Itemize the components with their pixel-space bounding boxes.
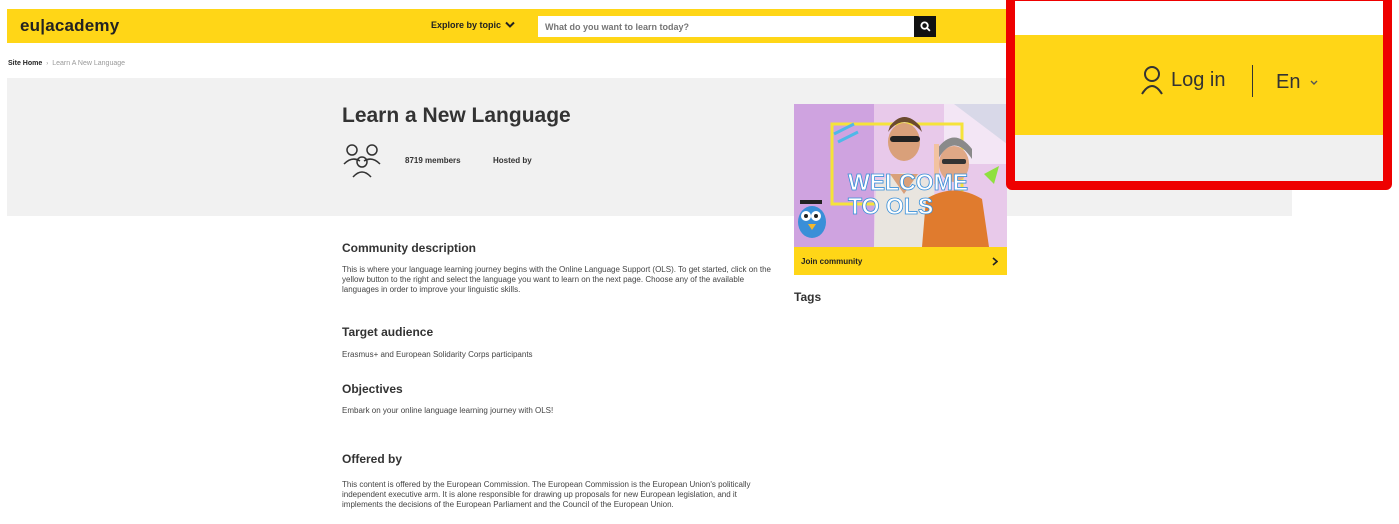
breadcrumb-home-link[interactable]: Site Home — [8, 60, 42, 67]
login-button[interactable]: Log in — [1141, 65, 1226, 95]
login-highlight-panel: Log in En — [1006, 0, 1392, 190]
chevron-down-icon — [505, 21, 515, 28]
community-description-text: This is where your language learning jou… — [342, 265, 771, 294]
join-community-label: Join community — [801, 256, 863, 266]
target-audience-heading: Target audience — [342, 325, 434, 339]
user-icon — [1141, 66, 1163, 95]
language-selector[interactable]: En — [1276, 71, 1318, 94]
to-ols-text: TO OLS — [848, 193, 933, 219]
page-title: Learn a New Language — [342, 104, 571, 127]
eu-academy-logo[interactable]: eu|academy — [20, 16, 119, 36]
join-community-button[interactable]: Join community — [794, 247, 1007, 275]
community-card: WELCOME TO OLS Join community — [794, 104, 1007, 275]
chevron-right-icon — [992, 256, 998, 266]
offered-by-text: This content is offered by the European … — [342, 480, 751, 509]
explore-by-topic-button[interactable]: Explore by topic — [431, 20, 515, 30]
breadcrumb: Site Home › Learn A New Language — [8, 60, 125, 67]
breadcrumb-separator: › — [46, 60, 49, 67]
header-divider — [1252, 65, 1253, 97]
welcome-text: WELCOME — [848, 169, 968, 195]
members-icon — [343, 144, 381, 178]
login-label: Log in — [1171, 68, 1226, 91]
community-description-heading: Community description — [342, 241, 477, 255]
welcome-to-ols-image: WELCOME TO OLS — [794, 104, 1007, 247]
members-count: 8719 members — [405, 156, 461, 165]
tags-heading: Tags — [794, 290, 822, 304]
chevron-down-icon — [1310, 80, 1318, 85]
target-audience-text: Erasmus+ and European Solidarity Corps p… — [342, 350, 533, 359]
explore-label: Explore by topic — [431, 20, 502, 30]
search-input[interactable] — [538, 16, 936, 37]
objectives-heading: Objectives — [342, 382, 403, 396]
search-icon — [919, 21, 931, 32]
top-navigation-bar: eu|academy Explore by topic — [7, 9, 1007, 43]
hosted-by-label: Hosted by — [493, 156, 532, 165]
objectives-text: Embark on your online language learning … — [342, 406, 554, 415]
language-label: En — [1276, 71, 1301, 93]
breadcrumb-current: Learn A New Language — [52, 60, 126, 67]
offered-by-heading: Offered by — [342, 452, 403, 466]
overlay-gray-strip — [1015, 135, 1383, 181]
search-button[interactable] — [914, 16, 936, 37]
